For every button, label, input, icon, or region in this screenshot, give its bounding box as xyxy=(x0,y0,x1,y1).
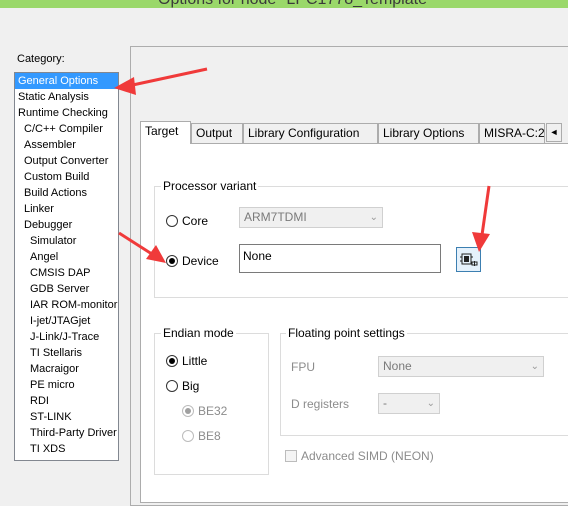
chevron-down-icon: ⌄ xyxy=(369,212,378,223)
be32-radio[interactable] xyxy=(182,405,194,417)
d-registers-select-value: - xyxy=(383,396,387,410)
category-item-debugger[interactable]: Debugger xyxy=(15,217,118,233)
category-item-gdb-server[interactable]: GDB Server xyxy=(15,281,118,297)
category-item-i-jet-jtagjet[interactable]: I-jet/JTAGjet xyxy=(15,313,118,329)
category-item-ti-xds[interactable]: TI XDS xyxy=(15,441,118,457)
little-endian-label: Little xyxy=(182,354,208,368)
big-endian-label: Big xyxy=(182,379,200,393)
window-titlebar: Options for node "LPC1778_Template" xyxy=(0,0,568,8)
fpu-select[interactable]: None ⌄ xyxy=(378,356,544,377)
category-item-ti-stellaris[interactable]: TI Stellaris xyxy=(15,345,118,361)
tab-bar: Target Output Library Configuration Libr… xyxy=(140,121,568,144)
d-registers-label: D registers xyxy=(291,397,350,411)
processor-variant-group xyxy=(154,186,568,298)
category-item-assembler[interactable]: Assembler xyxy=(15,137,118,153)
category-item-angel[interactable]: Angel xyxy=(15,249,118,265)
category-label: Category: xyxy=(17,53,65,65)
category-item-macraigor[interactable]: Macraigor xyxy=(15,361,118,377)
category-item-general-options[interactable]: General Options xyxy=(15,73,118,89)
category-item-linker[interactable]: Linker xyxy=(15,201,118,217)
endian-mode-title: Endian mode xyxy=(161,326,236,340)
core-select-value: ARM7TDMI xyxy=(244,210,307,224)
category-item-pe-micro[interactable]: PE micro xyxy=(15,377,118,393)
tab-misra-c[interactable]: MISRA-C:2 xyxy=(479,123,545,143)
category-list[interactable]: General Options Static Analysis Runtime Ch… xyxy=(14,72,119,461)
device-label: Device xyxy=(182,254,219,268)
core-select[interactable]: ARM7TDMI ⌄ xyxy=(239,207,383,228)
chevron-down-icon: ⌄ xyxy=(426,398,435,409)
be8-label: BE8 xyxy=(198,429,221,443)
d-registers-select[interactable]: - ⌄ xyxy=(378,393,440,414)
processor-variant-title: Processor variant xyxy=(161,179,259,193)
be8-radio[interactable] xyxy=(182,430,194,442)
tab-target[interactable]: Target xyxy=(140,121,191,144)
core-radio[interactable] xyxy=(166,215,178,227)
fpu-select-value: None xyxy=(383,359,412,373)
tab-output[interactable]: Output xyxy=(191,123,243,143)
device-radio[interactable] xyxy=(166,255,178,267)
category-item-static-analysis[interactable]: Static Analysis xyxy=(15,89,118,105)
floating-point-group xyxy=(280,333,568,436)
chevron-down-icon: ⌄ xyxy=(530,361,539,372)
category-item-custom-build[interactable]: Custom Build xyxy=(15,169,118,185)
category-item-runtime-checking[interactable]: Runtime Checking xyxy=(15,105,118,121)
big-endian-radio[interactable] xyxy=(166,380,178,392)
fpu-label: FPU xyxy=(291,360,315,374)
category-item-cmsis-dap[interactable]: CMSIS DAP xyxy=(15,265,118,281)
device-select-button[interactable] xyxy=(456,247,481,272)
category-item-third-party-driver[interactable]: Third-Party Driver xyxy=(15,425,118,441)
category-item-simulator[interactable]: Simulator xyxy=(15,233,118,249)
device-field[interactable]: None xyxy=(239,244,441,273)
category-item-build-actions[interactable]: Build Actions xyxy=(15,185,118,201)
window-title: Options for node "LPC1778_Template" xyxy=(158,0,433,8)
advanced-simd-checkbox[interactable] xyxy=(285,450,297,462)
device-select-icon xyxy=(460,253,478,266)
tab-scroll-left-button[interactable]: ◄ xyxy=(546,123,562,142)
tab-library-configuration[interactable]: Library Configuration xyxy=(243,123,378,143)
category-item-st-link[interactable]: ST-LINK xyxy=(15,409,118,425)
category-item-j-link-j-trace[interactable]: J-Link/J-Trace xyxy=(15,329,118,345)
little-endian-radio[interactable] xyxy=(166,355,178,367)
category-item-output-converter[interactable]: Output Converter xyxy=(15,153,118,169)
category-item-iar-rom-monitor[interactable]: IAR ROM-monitor xyxy=(15,297,118,313)
category-item-c-c-compiler[interactable]: C/C++ Compiler xyxy=(15,121,118,137)
category-item-rdi[interactable]: RDI xyxy=(15,393,118,409)
core-label: Core xyxy=(182,214,209,228)
be32-label: BE32 xyxy=(198,404,228,418)
tab-library-options[interactable]: Library Options xyxy=(378,123,479,143)
floating-point-title: Floating point settings xyxy=(286,326,407,340)
advanced-simd-label: Advanced SIMD (NEON) xyxy=(301,449,434,463)
